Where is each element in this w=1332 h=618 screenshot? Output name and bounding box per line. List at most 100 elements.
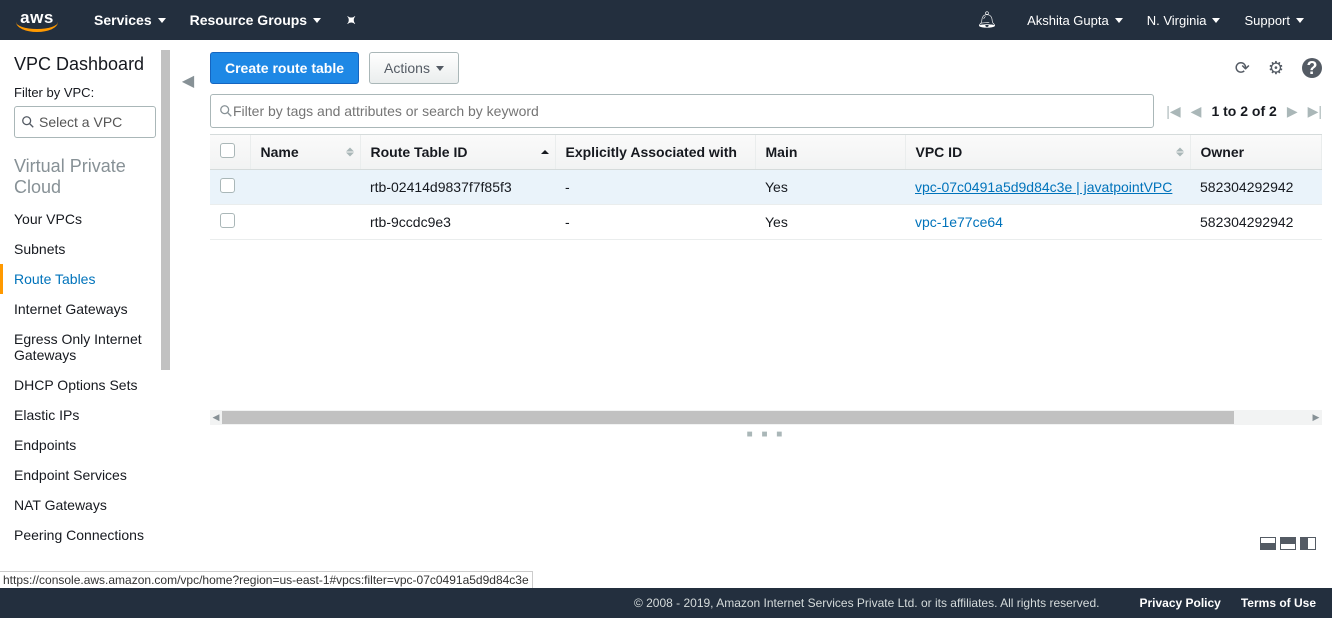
resource-groups-label: Resource Groups bbox=[190, 12, 307, 28]
column-main[interactable]: Main bbox=[755, 135, 905, 170]
search-icon bbox=[21, 115, 35, 129]
vpc-select-placeholder: Select a VPC bbox=[39, 114, 122, 130]
status-bar-url: https://console.aws.amazon.com/vpc/home?… bbox=[0, 571, 533, 588]
account-menu[interactable]: Akshita Gupta bbox=[1015, 0, 1135, 40]
page-next-button[interactable]: ▶ bbox=[1287, 103, 1298, 120]
column-assoc-label: Explicitly Associated with bbox=[566, 144, 737, 160]
row-checkbox[interactable] bbox=[220, 178, 235, 193]
actions-button[interactable]: Actions bbox=[369, 52, 459, 84]
cell-main: Yes bbox=[755, 205, 905, 240]
page-last-button[interactable]: ▶| bbox=[1308, 103, 1322, 120]
layout-side-button[interactable] bbox=[1300, 537, 1316, 550]
sidebar-item-elastic-ips[interactable]: Elastic IPs bbox=[0, 400, 170, 430]
cell-assoc: - bbox=[555, 205, 755, 240]
table-row[interactable]: rtb-02414d9837f7f85f3-Yes vpc-07c0491a5d9… bbox=[210, 170, 1322, 205]
actions-label: Actions bbox=[384, 60, 430, 76]
layout-top-button[interactable] bbox=[1280, 537, 1296, 550]
bell-icon: 🔔︎ bbox=[977, 10, 997, 30]
column-name-label: Name bbox=[261, 144, 299, 160]
sidebar-item-nat-gateways[interactable]: NAT Gateways bbox=[0, 490, 170, 520]
scrollbar-thumb[interactable] bbox=[222, 411, 1234, 424]
filter-vpc-label: Filter by VPC: bbox=[0, 85, 170, 106]
column-vpcid-label: VPC ID bbox=[916, 144, 963, 160]
cell-rtid: rtb-02414d9837f7f85f3 bbox=[360, 170, 555, 205]
details-pane-handle[interactable]: ■ ■ ■ bbox=[210, 429, 1322, 440]
cell-rtid: rtb-9ccdc9e3 bbox=[360, 205, 555, 240]
services-menu[interactable]: Services bbox=[82, 0, 178, 40]
search-icon bbox=[219, 104, 233, 118]
chevron-down-icon bbox=[313, 18, 321, 23]
cell-assoc: - bbox=[555, 170, 755, 205]
top-navigation: aws Services Resource Groups ✦ 🔔︎ Akshit… bbox=[0, 0, 1332, 40]
notifications-button[interactable]: 🔔︎ bbox=[965, 0, 1015, 40]
sidebar-item-subnets[interactable]: Subnets bbox=[0, 234, 170, 264]
support-label: Support bbox=[1244, 13, 1290, 28]
pin-button[interactable]: ✦ bbox=[333, 0, 369, 40]
sidebar-collapse-handle[interactable]: ◀ bbox=[182, 72, 194, 90]
sidebar-item-endpoint-services[interactable]: Endpoint Services bbox=[0, 460, 170, 490]
chevron-down-icon bbox=[1296, 18, 1304, 23]
region-menu[interactable]: N. Virginia bbox=[1135, 0, 1233, 40]
user-label: Akshita Gupta bbox=[1027, 13, 1109, 28]
route-tables-grid: Name Route Table ID Explicitly Associate… bbox=[210, 134, 1322, 240]
sidebar: VPC Dashboard Filter by VPC: Select a VP… bbox=[0, 40, 170, 588]
select-all-checkbox[interactable] bbox=[220, 143, 235, 158]
sidebar-item-internet-gateways[interactable]: Internet Gateways bbox=[0, 294, 170, 324]
page-first-button[interactable]: |◀ bbox=[1166, 103, 1180, 120]
search-box[interactable] bbox=[210, 94, 1154, 128]
help-button[interactable]: ? bbox=[1302, 58, 1322, 78]
table-row[interactable]: rtb-9ccdc9e3-Yesvpc-1e77ce64582304292942 bbox=[210, 205, 1322, 240]
sidebar-section-vpc: Virtual Private Cloud bbox=[0, 152, 170, 204]
sidebar-item-egress-only-internet-gateways[interactable]: Egress Only Internet Gateways bbox=[0, 324, 170, 370]
main-content: Create route table Actions ⟳ ⚙ ? |◀ ◀ 1 … bbox=[200, 40, 1332, 588]
footer: © 2008 - 2019, Amazon Internet Services … bbox=[0, 588, 1332, 618]
sidebar-item-dhcp-options-sets[interactable]: DHCP Options Sets bbox=[0, 370, 170, 400]
column-owner[interactable]: Owner bbox=[1190, 135, 1322, 170]
chevron-down-icon bbox=[1212, 18, 1220, 23]
scroll-right-arrow[interactable]: ▶ bbox=[1310, 412, 1322, 423]
horizontal-scrollbar[interactable]: ◀ ▶ bbox=[210, 410, 1322, 425]
column-rtid-label: Route Table ID bbox=[371, 144, 468, 160]
resource-groups-menu[interactable]: Resource Groups bbox=[178, 0, 333, 40]
page-prev-button[interactable]: ◀ bbox=[1191, 103, 1202, 120]
settings-button[interactable]: ⚙ bbox=[1268, 58, 1284, 79]
aws-logo[interactable]: aws bbox=[16, 8, 58, 32]
sidebar-item-route-tables[interactable]: Route Tables bbox=[0, 264, 170, 294]
column-rtid[interactable]: Route Table ID bbox=[360, 135, 555, 170]
column-owner-label: Owner bbox=[1201, 144, 1245, 160]
sidebar-item-peering-connections[interactable]: Peering Connections bbox=[0, 520, 170, 550]
layout-selector bbox=[1260, 537, 1316, 550]
privacy-policy-link[interactable]: Privacy Policy bbox=[1139, 596, 1220, 610]
layout-bottom-button[interactable] bbox=[1260, 537, 1276, 550]
vpc-dashboard-link[interactable]: VPC Dashboard bbox=[0, 40, 170, 85]
terms-of-use-link[interactable]: Terms of Use bbox=[1241, 596, 1316, 610]
cell-name bbox=[250, 205, 360, 240]
sidebar-scrollbar[interactable] bbox=[161, 50, 170, 370]
vpc-link[interactable]: vpc-1e77ce64 bbox=[915, 214, 1003, 230]
column-assoc[interactable]: Explicitly Associated with bbox=[555, 135, 755, 170]
row-checkbox[interactable] bbox=[220, 213, 235, 228]
column-vpcid[interactable]: VPC ID bbox=[905, 135, 1190, 170]
cell-name bbox=[250, 170, 360, 205]
search-input[interactable] bbox=[233, 103, 1145, 119]
column-select-all[interactable] bbox=[210, 135, 250, 170]
pin-icon: ✦ bbox=[341, 10, 361, 30]
region-label: N. Virginia bbox=[1147, 13, 1207, 28]
vpc-link[interactable]: vpc-07c0491a5d9d84c3e | javatpointVPC bbox=[915, 179, 1172, 195]
vpc-select[interactable]: Select a VPC bbox=[14, 106, 156, 138]
sidebar-item-your-vpcs[interactable]: Your VPCs bbox=[0, 204, 170, 234]
create-route-table-button[interactable]: Create route table bbox=[210, 52, 359, 84]
support-menu[interactable]: Support bbox=[1232, 0, 1316, 40]
refresh-button[interactable]: ⟳ bbox=[1235, 58, 1250, 79]
cell-main: Yes bbox=[755, 170, 905, 205]
toolbar: Create route table Actions ⟳ ⚙ ? bbox=[210, 52, 1322, 84]
cell-owner: 582304292942 bbox=[1190, 170, 1322, 205]
sidebar-item-endpoints[interactable]: Endpoints bbox=[0, 430, 170, 460]
scroll-left-arrow[interactable]: ◀ bbox=[210, 412, 222, 423]
column-name[interactable]: Name bbox=[250, 135, 360, 170]
pagination: |◀ ◀ 1 to 2 of 2 ▶ ▶| bbox=[1166, 103, 1322, 120]
chevron-down-icon bbox=[436, 66, 444, 71]
chevron-down-icon bbox=[1115, 18, 1123, 23]
services-label: Services bbox=[94, 12, 152, 28]
chevron-down-icon bbox=[158, 18, 166, 23]
